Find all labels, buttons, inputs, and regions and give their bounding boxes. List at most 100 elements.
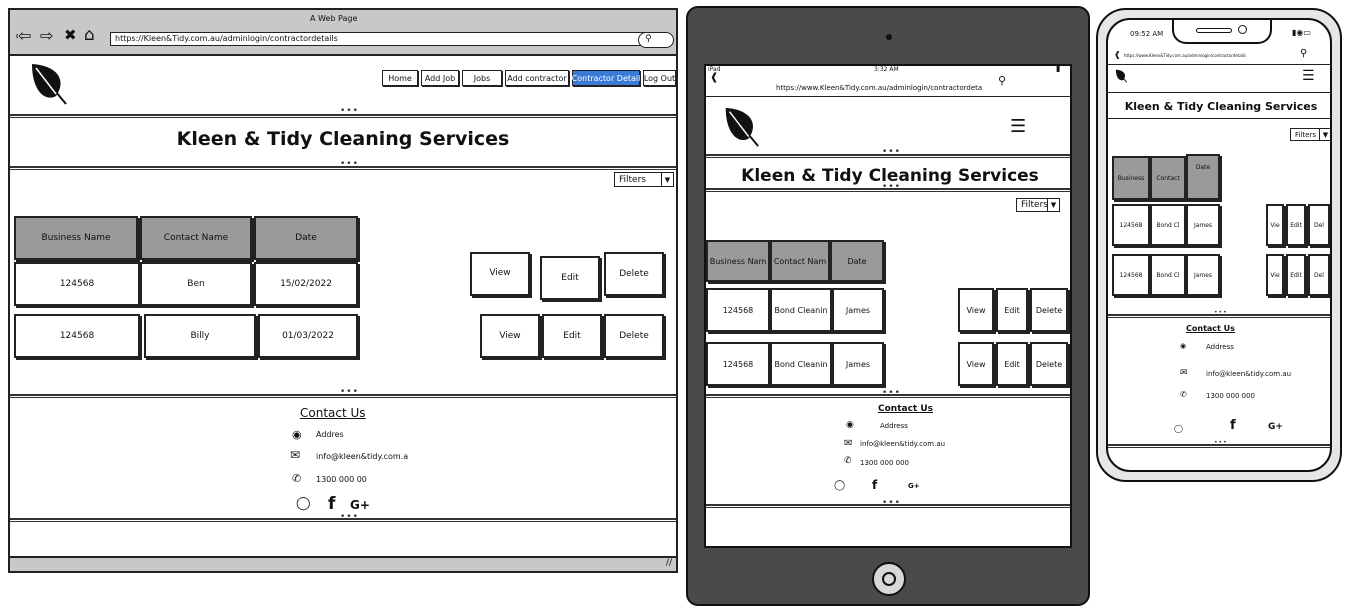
row-2-contact: Bond Cl <box>1150 254 1186 296</box>
instagram-icon[interactable]: ◯ <box>296 496 311 511</box>
edit-button[interactable]: Edit <box>996 342 1028 386</box>
row-1-contact: Bond Cl <box>1150 204 1186 246</box>
page-title: Kleen & Tidy Cleaning Services <box>1124 100 1318 113</box>
delete-button[interactable]: Del <box>1308 254 1330 296</box>
facebook-icon[interactable]: f <box>872 478 877 492</box>
instagram-icon[interactable]: ◯ <box>1174 424 1183 433</box>
tablet-screen: iPad 3:32 AM ▮ ❰ https://www.Kleen&Tidy.… <box>704 64 1072 548</box>
nav-jobs[interactable]: Jobs <box>462 70 502 86</box>
google-plus-icon[interactable]: G+ <box>1268 422 1283 432</box>
filters-dropdown[interactable]: Filters ▼ <box>1016 198 1060 212</box>
hamburger-menu-icon[interactable]: ☰ <box>1302 68 1315 84</box>
edit-button[interactable]: Edit <box>1286 254 1306 296</box>
address-text: Address <box>1206 343 1234 351</box>
view-button[interactable]: View <box>958 342 994 386</box>
nav-log-out[interactable]: Log Out <box>643 70 676 86</box>
row-2-contact: Bond Cleanin <box>770 342 832 386</box>
header-date: Date <box>1186 154 1220 200</box>
map-pin-icon: ◉ <box>1180 342 1187 350</box>
header-date: Date <box>254 216 358 260</box>
nav-add-contractor[interactable]: Add contractor <box>505 70 569 86</box>
speaker-icon <box>1196 28 1232 33</box>
google-plus-icon[interactable]: G+ <box>350 498 370 512</box>
view-button[interactable]: View <box>958 288 994 332</box>
edit-button[interactable]: Edit <box>542 314 602 358</box>
address-bar[interactable]: https://Kleen&Tidy.com.au/adminlogin/con… <box>110 32 650 46</box>
phone-icon: ✆ <box>1180 390 1187 399</box>
divider <box>1108 118 1330 119</box>
edit-button[interactable]: Edit <box>540 256 600 300</box>
email-link[interactable]: info@kleen&tidy.com.a <box>316 452 408 461</box>
header-contact-name: Contact Nam <box>770 240 830 282</box>
nav-contractor-detail[interactable]: Contractor Detail <box>572 70 640 86</box>
header-business-name: Business <box>1112 156 1150 200</box>
close-icon[interactable]: ✖ <box>64 26 77 44</box>
search-icon[interactable]: ⚲ <box>998 74 1006 87</box>
facebook-icon[interactable]: f <box>1230 418 1236 433</box>
facebook-icon[interactable]: f <box>328 494 335 514</box>
url-text[interactable]: https://www.Kleen&Tidy.com.au/adminlogin… <box>1124 53 1246 58</box>
nav-home[interactable]: Home <box>382 70 418 86</box>
divider-dots: ••• <box>882 147 901 157</box>
desktop-browser: A Web Page ⇨ ⇦ ⇨ ✖ ⌂ https://Kleen&Tidy.… <box>8 8 678 573</box>
chevron-down-icon: ▼ <box>661 173 673 186</box>
instagram-icon[interactable]: ◯ <box>834 480 845 491</box>
row-2-business: 124568 <box>1112 254 1150 296</box>
edit-button[interactable]: Edit <box>996 288 1028 332</box>
row-1-contact: Ben <box>140 262 252 306</box>
delete-button[interactable]: Del <box>1308 204 1330 246</box>
row-1-date: James <box>1186 204 1220 246</box>
view-button[interactable]: Vie <box>1266 204 1284 246</box>
header-date: Date <box>830 240 884 282</box>
row-2-contact: Billy <box>144 314 256 358</box>
contact-us-heading[interactable]: Contact Us <box>1186 324 1235 333</box>
camera-icon <box>1238 25 1247 34</box>
back-icon[interactable]: ❰ <box>1114 50 1121 59</box>
browser-chrome: A Web Page ⇨ ⇦ ⇨ ✖ ⌂ https://Kleen&Tidy.… <box>10 10 676 56</box>
delete-button[interactable]: Delete <box>1030 342 1068 386</box>
chevron-down-icon: ▼ <box>1319 129 1330 140</box>
delete-button[interactable]: Delete <box>604 252 664 296</box>
leaf-logo-icon[interactable] <box>26 62 70 110</box>
contact-us-heading[interactable]: Contact Us <box>300 406 366 420</box>
leaf-logo-icon[interactable] <box>1114 68 1128 87</box>
url-text[interactable]: https://www.Kleen&Tidy.com.au/adminlogin… <box>776 84 982 92</box>
row-2-business: 124568 <box>706 342 770 386</box>
delete-button[interactable]: Delete <box>1030 288 1068 332</box>
view-button[interactable]: View <box>470 252 530 296</box>
row-1-business: 124568 <box>14 262 140 306</box>
view-button[interactable]: Vie <box>1266 254 1284 296</box>
google-plus-icon[interactable]: G+ <box>908 482 920 490</box>
address-text: Address <box>880 422 908 430</box>
home-icon[interactable]: ⌂ <box>84 25 95 45</box>
back-icon[interactable]: ❰ <box>710 72 718 83</box>
email-link[interactable]: info@kleen&tidy.com.au <box>1206 370 1291 378</box>
search-button[interactable]: ⚲ <box>638 32 674 48</box>
header-business-name: Business Name <box>14 216 138 260</box>
email-link[interactable]: info@kleen&tidy.com.au <box>860 440 945 448</box>
window-title: A Web Page <box>310 14 358 23</box>
filters-label: Filters <box>619 174 646 185</box>
contact-us-heading[interactable]: Contact Us <box>878 404 933 414</box>
row-2-business: 124568 <box>14 314 140 358</box>
search-icon: ⚲ <box>645 34 652 44</box>
header-business-name: Business Nam <box>706 240 770 282</box>
phone-icon: ✆ <box>292 472 302 485</box>
filters-dropdown[interactable]: Filters ▼ <box>1290 128 1330 141</box>
leaf-logo-icon[interactable] <box>720 106 762 152</box>
resize-grip-icon[interactable]: // <box>666 558 672 568</box>
back-arrow-icon[interactable]: ⇦ <box>18 26 32 45</box>
nav-add-job[interactable]: Add Job <box>421 70 459 86</box>
filters-dropdown[interactable]: Filters ▼ <box>614 172 674 187</box>
search-icon[interactable]: ⚲ <box>1300 48 1307 59</box>
view-button[interactable]: View <box>480 314 540 358</box>
phone-icon: ✆ <box>844 456 852 466</box>
tablet-frame: iPad 3:32 AM ▮ ❰ https://www.Kleen&Tidy.… <box>686 6 1090 606</box>
phone-frame: 09:52 AM ▮◉▭ ❰ https://www.Kleen&Tidy.co… <box>1096 8 1342 482</box>
home-button[interactable] <box>872 562 906 596</box>
edit-button[interactable]: Edit <box>1286 204 1306 246</box>
delete-button[interactable]: Delete <box>604 314 664 358</box>
forward-icon[interactable]: ⇨ <box>40 26 53 45</box>
hamburger-menu-icon[interactable]: ☰ <box>1010 116 1026 137</box>
phone-notch <box>1172 20 1272 44</box>
